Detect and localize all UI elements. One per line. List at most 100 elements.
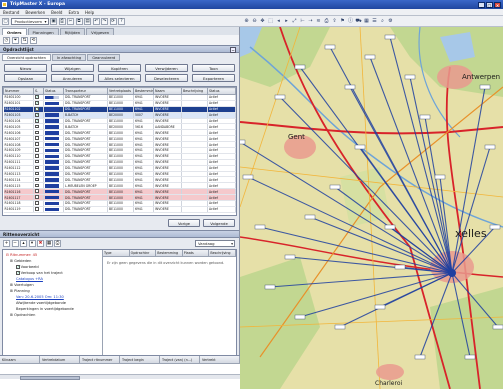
column-header[interactable]: Klinaam: [0, 356, 40, 363]
column-header[interactable]: Traject (van) (n...): [160, 356, 200, 363]
filter-icon[interactable]: ⏷: [12, 36, 19, 44]
sync-icon[interactable]: ⟲: [30, 36, 37, 44]
menu-help[interactable]: Help: [85, 9, 94, 15]
row-checkbox[interactable]: [35, 171, 39, 176]
next-button[interactable]: Volgende: [203, 219, 235, 227]
row-checkbox[interactable]: ✓: [35, 101, 39, 105]
print-icon[interactable]: ⎙: [58, 17, 66, 25]
stop-marker[interactable]: [294, 64, 306, 70]
stop-marker[interactable]: [284, 254, 296, 260]
stop-marker[interactable]: [324, 44, 336, 50]
column-header[interactable]: Bestemming: [133, 87, 154, 95]
stop-marker[interactable]: [384, 34, 396, 40]
marker-icon[interactable]: ⚑: [339, 18, 346, 25]
tree-checkbox[interactable]: ✓: [16, 265, 20, 269]
stop-marker[interactable]: [329, 184, 341, 190]
edit-order-button[interactable]: Wijzigen: [51, 64, 94, 72]
truck-icon[interactable]: ⛟: [355, 18, 362, 25]
stop-marker[interactable]: [464, 354, 476, 360]
column-header[interactable]: Status: [207, 87, 236, 95]
export-icon[interactable]: ⇪: [331, 18, 338, 25]
layers-icon[interactable]: ≋: [315, 18, 322, 25]
calendar-icon[interactable]: ▦: [45, 240, 53, 247]
depot-marker[interactable]: [448, 269, 456, 277]
tree-node[interactable]: ⊞ Opdrachten: [6, 312, 99, 318]
row-checkbox[interactable]: [35, 189, 39, 193]
search-icon[interactable]: ⌕: [379, 18, 386, 25]
tab-orders[interactable]: Orders: [2, 28, 27, 35]
map-canvas[interactable]: Antwerpen Gent xelles Charleroi: [240, 27, 503, 389]
stop-marker[interactable]: [254, 224, 266, 230]
subtab-cancelled[interactable]: Geannuleerd: [87, 54, 121, 61]
info-icon[interactable]: ⓘ: [347, 18, 354, 25]
settings-icon[interactable]: ⚙: [387, 18, 394, 25]
row-checkbox[interactable]: [35, 142, 39, 146]
stop-marker[interactable]: [240, 139, 246, 145]
deselect-button[interactable]: Deselecteren: [145, 74, 188, 82]
stop-marker[interactable]: [492, 324, 503, 330]
save-icon[interactable]: ▣: [50, 17, 57, 25]
maximize-button[interactable]: □: [486, 1, 493, 8]
column-header[interactable]: Traject ritnummer: [80, 356, 120, 363]
new-icon[interactable]: ▢: [2, 17, 9, 25]
column-header[interactable]: Naam: [153, 87, 182, 95]
previous-button[interactable]: Vorige: [168, 219, 200, 227]
print-map-icon[interactable]: ⎙: [323, 18, 330, 25]
print-route-icon[interactable]: ⎙: [54, 240, 61, 247]
column-header[interactable]: Vertrekplaats: [107, 87, 134, 95]
column-header[interactable]: Vertrekdatum: [40, 356, 80, 363]
zoom-in-icon[interactable]: ⊕: [243, 18, 250, 25]
refresh-icon[interactable]: ⟳: [109, 17, 117, 25]
table-row[interactable]: R1601119 DSL TRANSPORT BE11000 6941 INVOERE A…: [3, 206, 236, 213]
add-icon[interactable]: +: [3, 240, 10, 247]
row-checkbox[interactable]: ✓: [35, 95, 39, 99]
grid-icon[interactable]: ▦: [363, 18, 370, 25]
route-icon[interactable]: ⇢: [307, 18, 314, 25]
stop-marker[interactable]: [344, 84, 356, 90]
stop-marker[interactable]: [489, 224, 501, 230]
column-header[interactable]: Type: [103, 250, 130, 256]
map-view[interactable]: Antwerpen Gent xelles Charleroi: [240, 27, 503, 389]
period-select[interactable]: Vandaag: [195, 240, 235, 247]
row-checkbox[interactable]: [35, 136, 39, 140]
menu-edit[interactable]: Bewerken: [25, 9, 45, 15]
stop-marker[interactable]: [274, 94, 286, 100]
stop-marker[interactable]: [354, 144, 366, 150]
cancel-button[interactable]: Annuleren: [51, 74, 94, 82]
stop-marker[interactable]: [384, 224, 396, 230]
subtab-pending[interactable]: In afwachting: [51, 54, 87, 61]
delete-order-button[interactable]: Verwijderen: [145, 64, 188, 72]
row-checkbox[interactable]: [35, 207, 39, 211]
copy-icon[interactable]: ⧉: [75, 17, 83, 25]
menu-extra[interactable]: Extra: [68, 9, 79, 15]
redo-icon[interactable]: ↷: [101, 17, 108, 25]
horizontal-scrollbar[interactable]: [0, 374, 240, 380]
row-checkbox[interactable]: ✓: [35, 113, 39, 117]
row-checkbox[interactable]: ✓: [35, 107, 39, 111]
clock-icon[interactable]: ◷: [3, 36, 10, 44]
stop-marker[interactable]: [394, 264, 406, 270]
forward-icon[interactable]: ▸: [283, 18, 290, 25]
stop-marker[interactable]: [334, 324, 346, 330]
up-icon[interactable]: ▴: [20, 240, 27, 247]
select-all-button[interactable]: Alles selecteren: [98, 74, 141, 82]
paste-icon[interactable]: ▤: [84, 17, 91, 25]
down-icon[interactable]: ▾: [28, 240, 36, 247]
stop-marker[interactable]: [434, 174, 446, 180]
column-header[interactable]: Beschrijving: [209, 250, 236, 256]
cut-icon[interactable]: ✂: [67, 17, 74, 25]
row-checkbox[interactable]: [35, 201, 39, 205]
stop-marker[interactable]: [484, 144, 496, 150]
column-header[interactable]: Opdrachtnr: [130, 250, 157, 256]
measure-icon[interactable]: ⊢: [299, 18, 306, 25]
stop-marker[interactable]: [419, 114, 431, 120]
show-button[interactable]: Toon: [192, 64, 235, 72]
stop-marker[interactable]: [304, 214, 316, 220]
row-checkbox[interactable]: [35, 165, 39, 170]
menu-file[interactable]: Bestand: [3, 9, 19, 15]
copy-order-button[interactable]: Kopiëren: [98, 64, 141, 72]
remove-icon[interactable]: −: [11, 240, 19, 247]
pan-icon[interactable]: ✥: [259, 18, 266, 25]
stop-marker[interactable]: [242, 174, 254, 180]
minimize-button[interactable]: _: [478, 1, 485, 8]
